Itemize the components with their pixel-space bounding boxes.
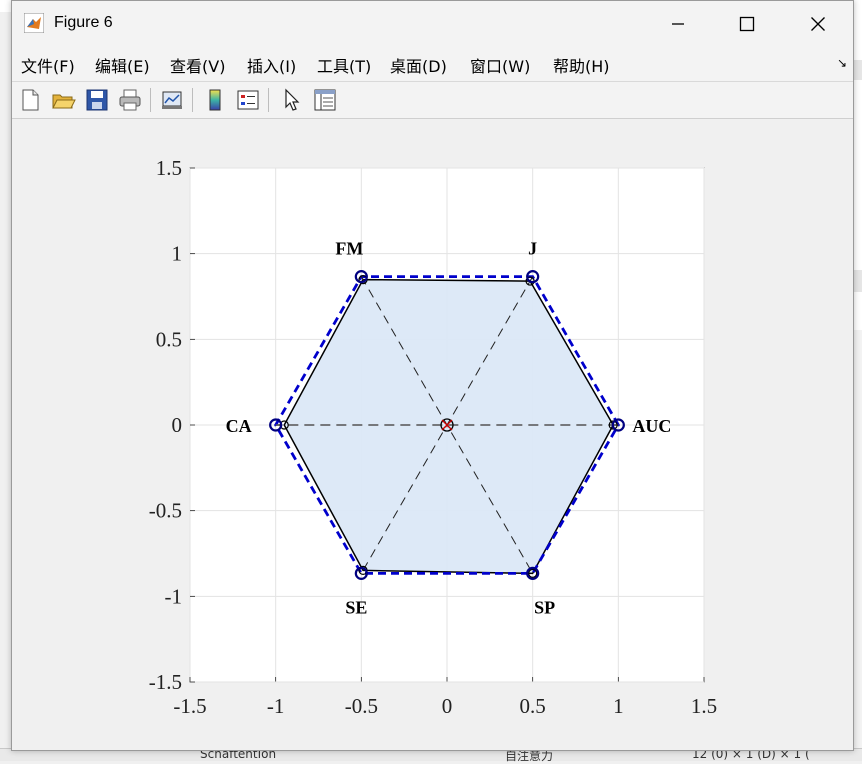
menu-view[interactable]: 查看(V) — [170, 53, 225, 77]
print-icon[interactable] — [117, 87, 143, 113]
window-title: Figure 6 — [54, 14, 113, 31]
toolbar-separator — [192, 88, 193, 112]
maximize-icon — [739, 16, 755, 32]
menu-tools[interactable]: 工具(T) — [317, 53, 371, 77]
new-figure-icon[interactable] — [17, 87, 43, 113]
menu-window[interactable]: 窗口(W) — [470, 53, 530, 77]
dock-arrow-icon[interactable]: ↘ — [837, 56, 847, 70]
maximize-button[interactable] — [712, 1, 782, 47]
radar-axis-label: FM — [335, 239, 363, 259]
radar-axis-label: SE — [345, 597, 367, 617]
menu-desktop[interactable]: 桌面(D) — [390, 53, 447, 77]
radar-axis-label: CA — [226, 416, 252, 436]
y-tick-label: 0.5 — [156, 327, 182, 351]
x-tick-label: 1.5 — [691, 694, 717, 718]
y-tick-label: -1.5 — [149, 670, 182, 694]
x-tick-label: -0.5 — [345, 694, 378, 718]
y-tick-label: 0 — [172, 413, 183, 437]
pointer-icon[interactable] — [278, 87, 304, 113]
y-tick-label: 1 — [172, 242, 183, 266]
property-inspector-icon[interactable] — [312, 87, 338, 113]
title-bar[interactable]: Figure 6 — [12, 1, 853, 47]
toolbar-separator — [150, 88, 151, 112]
x-tick-label: -1 — [267, 694, 285, 718]
menu-insert[interactable]: 插入(I) — [247, 53, 296, 77]
figure-toolbar — [12, 82, 853, 119]
matlab-logo-icon — [24, 13, 44, 33]
close-button[interactable] — [783, 1, 853, 47]
colorbar-icon[interactable] — [202, 87, 228, 113]
x-tick-label: 0.5 — [520, 694, 546, 718]
radar-axis-label: J — [528, 239, 537, 259]
menu-help[interactable]: 帮助(H) — [553, 53, 610, 77]
legend-icon[interactable] — [235, 87, 261, 113]
radar-chart: -1.5 -1 -0.5 0 0.5 1 1.5 1.5 1 0.5 0 -0.5 -1 -1.5 AUC… — [149, 156, 717, 718]
figure-window: Figure 6 文件(F) 编辑(E) 查看(V) 插入(I) 工具(T) 桌… — [11, 0, 854, 751]
close-icon — [811, 17, 825, 31]
x-tick-label: 0 — [442, 694, 453, 718]
x-tick-label: 1 — [613, 694, 624, 718]
link-plot-icon[interactable] — [159, 87, 185, 113]
radar-axis-label: AUC — [632, 416, 671, 436]
minimize-button[interactable] — [643, 1, 713, 47]
y-tick-label: -0.5 — [149, 499, 182, 523]
radar-axis-label: SP — [534, 597, 555, 617]
save-icon[interactable] — [84, 87, 110, 113]
minimize-icon — [672, 23, 684, 25]
toolbar-separator — [268, 88, 269, 112]
menu-file[interactable]: 文件(F) — [21, 53, 75, 77]
y-tick-label: -1 — [165, 584, 183, 608]
open-file-icon[interactable] — [50, 87, 76, 113]
y-tick-label: 1.5 — [156, 156, 182, 180]
x-tick-label: -1.5 — [173, 694, 206, 718]
menu-bar: 文件(F) 编辑(E) 查看(V) 插入(I) 工具(T) 桌面(D) 窗口(W… — [12, 47, 853, 82]
figure-canvas: -1.5 -1 -0.5 0 0.5 1 1.5 1.5 1 0.5 0 -0.5 -1 -1.5 AUC… — [12, 119, 853, 750]
menu-edit[interactable]: 编辑(E) — [95, 53, 150, 77]
